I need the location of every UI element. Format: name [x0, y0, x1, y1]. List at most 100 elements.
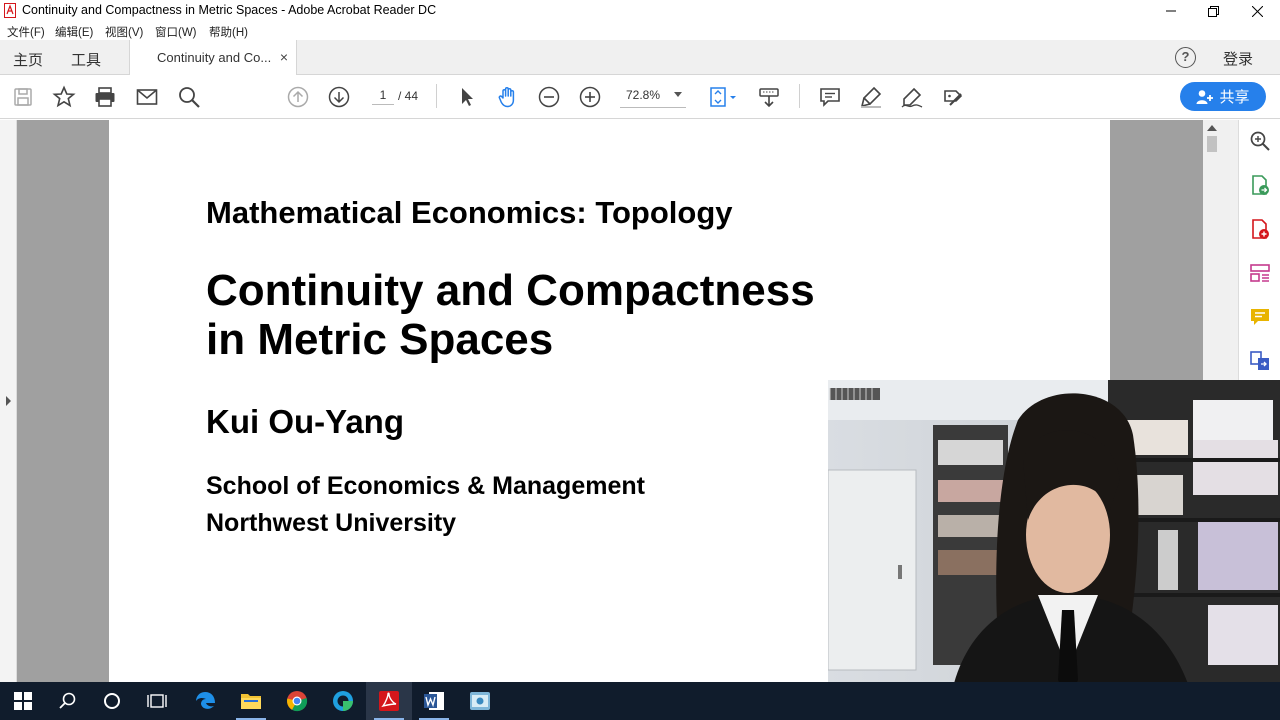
email-button[interactable] [134, 84, 160, 110]
title-bar: Continuity and Compactness in Metric Spa… [0, 0, 1280, 22]
chevron-right-icon [6, 396, 11, 406]
printer-icon [95, 87, 115, 107]
login-button[interactable]: 登录 [1223, 48, 1253, 69]
tab-document[interactable]: Continuity and Co... × [129, 40, 297, 75]
zoom-level-value: 72.8% [626, 88, 661, 102]
arrow-up-circle-icon [287, 86, 309, 108]
plus-circle-icon [579, 86, 601, 108]
zoom-level-select[interactable]: 72.8% [620, 88, 686, 108]
zoom-search-icon[interactable] [1249, 130, 1271, 152]
share-label: 共享 [1219, 89, 1250, 106]
close-icon [1251, 5, 1263, 17]
menu-window[interactable]: 窗口(W) [155, 24, 197, 40]
organize-pages-icon[interactable] [1249, 262, 1271, 284]
search-button[interactable] [176, 84, 202, 110]
edge-icon [196, 692, 215, 709]
taskbar-edge-beta[interactable] [320, 682, 366, 720]
restore-button[interactable] [1190, 0, 1236, 22]
windows-icon [14, 692, 32, 710]
select-tool-button[interactable] [454, 84, 480, 110]
save-button[interactable] [10, 84, 36, 110]
word-icon [424, 692, 444, 710]
fit-page-icon [710, 87, 736, 107]
zoom-out-button[interactable] [536, 84, 562, 110]
export-pdf-icon[interactable] [1249, 174, 1271, 196]
convert-icon[interactable] [1249, 350, 1271, 372]
page-margin-left [17, 120, 109, 682]
task-view-icon [147, 694, 167, 708]
left-panel-toggle[interactable] [0, 120, 17, 682]
arrow-down-circle-icon [328, 86, 350, 108]
webcam-overlay [828, 380, 1280, 720]
scroll-mode-button[interactable] [756, 84, 782, 110]
previous-page-button[interactable] [285, 84, 311, 110]
tab-bar: 主页 工具 Continuity and Co... × [0, 40, 1280, 75]
cortana-button[interactable] [89, 682, 135, 720]
comment-button[interactable] [817, 84, 843, 110]
tab-document-label: Continuity and Co... [157, 50, 272, 65]
search-icon [179, 87, 200, 108]
help-icon[interactable]: ? [1175, 47, 1196, 68]
print-button[interactable] [92, 84, 118, 110]
menu-bar: 文件(F) 编辑(E) 视图(V) 窗口(W) 帮助(H) [0, 22, 1280, 40]
create-pdf-icon[interactable] [1249, 218, 1271, 240]
menu-file[interactable]: 文件(F) [7, 24, 45, 40]
minimize-icon [1166, 10, 1176, 12]
taskbar-search-button[interactable] [45, 682, 91, 720]
browser-icon [333, 691, 353, 711]
tab-home[interactable]: 主页 [13, 49, 43, 70]
toolbar-divider [799, 84, 800, 108]
hand-icon [498, 87, 515, 108]
menu-edit[interactable]: 编辑(E) [55, 24, 93, 40]
minimize-button[interactable] [1148, 0, 1194, 22]
keyboard-scroll-icon [759, 88, 779, 108]
author-name: Kui Ou-Yang [206, 403, 404, 440]
taskbar-word[interactable] [411, 682, 457, 720]
star-icon [52, 85, 76, 108]
app-icon [470, 692, 490, 710]
taskbar-chrome[interactable] [274, 682, 320, 720]
chrome-icon [287, 691, 308, 712]
menu-view[interactable]: 视图(V) [105, 24, 143, 40]
toolbar-divider [436, 84, 437, 108]
lecture-title-line1: Continuity and Compactness [206, 266, 815, 315]
lecture-title-line2: in Metric Spaces [206, 315, 554, 364]
page-number-input[interactable]: 1 [372, 88, 394, 105]
bookmark-button[interactable] [51, 84, 77, 110]
taskbar-edge[interactable] [182, 682, 228, 720]
window-title: Continuity and Compactness in Metric Spa… [22, 3, 437, 17]
minus-circle-icon [538, 86, 560, 108]
presenter-video-image [828, 380, 1280, 720]
close-window-button[interactable] [1234, 0, 1280, 22]
comment-tool-icon[interactable] [1249, 306, 1271, 328]
menu-help[interactable]: 帮助(H) [209, 24, 248, 40]
page-total: / 44 [398, 89, 419, 103]
taskbar-file-explorer[interactable] [228, 682, 274, 720]
close-tab-icon[interactable]: × [280, 49, 288, 65]
affiliation-line1: School of Economics & Management [206, 472, 645, 500]
zoom-in-button[interactable] [577, 84, 603, 110]
fit-page-button[interactable] [706, 84, 740, 110]
scrollbar-thumb[interactable] [1207, 136, 1217, 152]
cursor-icon [462, 88, 473, 106]
pen-sign-icon [901, 87, 923, 108]
acrobat-app-icon [4, 3, 16, 18]
add-user-icon [1196, 89, 1214, 104]
share-button[interactable]: 共享 [1180, 82, 1266, 111]
taskbar-acrobat[interactable] [366, 682, 412, 720]
cortana-icon [104, 693, 120, 709]
sign-button[interactable] [899, 84, 925, 110]
highlighter-icon [860, 86, 882, 108]
hand-tool-button[interactable] [495, 84, 521, 110]
course-title: Mathematical Economics: Topology [206, 195, 733, 230]
fill-sign-button[interactable] [940, 84, 966, 110]
highlight-button[interactable] [858, 84, 884, 110]
task-view-button[interactable] [134, 682, 180, 720]
tab-tools[interactable]: 工具 [71, 49, 101, 70]
start-button[interactable] [0, 682, 46, 720]
scroll-up-icon[interactable] [1207, 124, 1217, 132]
fill-sign-icon [944, 90, 963, 106]
chevron-down-icon [674, 92, 682, 97]
taskbar-app[interactable] [457, 682, 503, 720]
next-page-button[interactable] [326, 84, 352, 110]
